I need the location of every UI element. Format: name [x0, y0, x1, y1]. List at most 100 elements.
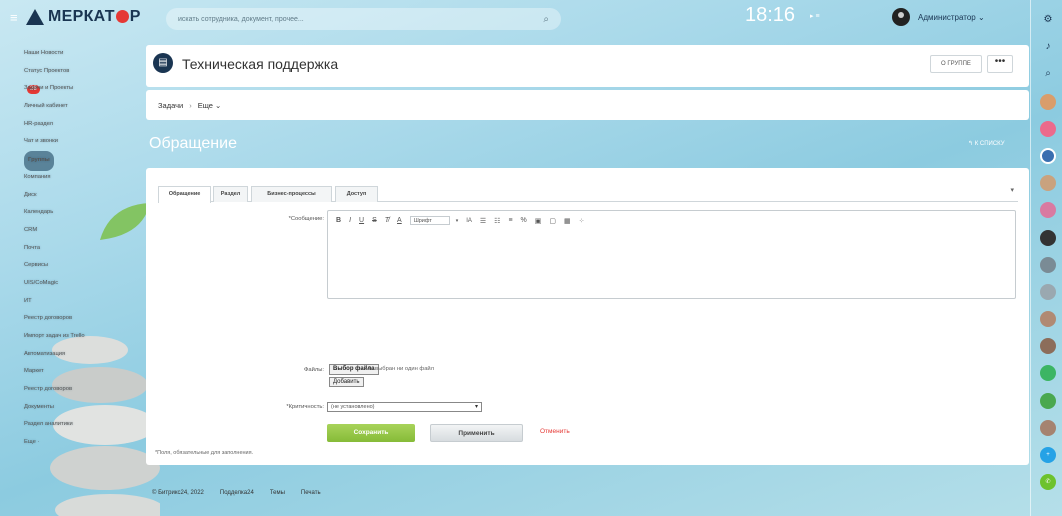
add-chat-icon[interactable]: +: [1040, 447, 1056, 463]
video-icon[interactable]: ▢: [549, 217, 556, 225]
sidebar-item[interactable]: Наши Новости: [24, 45, 149, 63]
sidebar-item-label: Компания: [24, 173, 51, 180]
footer-link[interactable]: Подделка24: [220, 490, 254, 496]
more-button[interactable]: •••: [987, 55, 1013, 73]
user-avatar: [892, 8, 910, 26]
avatar[interactable]: [1040, 365, 1056, 382]
fullscreen-icon[interactable]: ⁘: [579, 217, 585, 225]
font-dropdown-icon[interactable]: ▾: [456, 218, 459, 224]
avatar[interactable]: [1040, 256, 1056, 273]
underline-icon[interactable]: U: [359, 217, 364, 224]
add-file-button[interactable]: Добавить: [329, 377, 364, 387]
tab-section[interactable]: Раздел: [213, 186, 248, 202]
call-icon[interactable]: ✆: [1040, 474, 1056, 491]
sidebar-item[interactable]: Почта: [24, 240, 149, 258]
tab-request[interactable]: Обращение: [158, 186, 211, 203]
sidebar-item[interactable]: HR-раздел: [24, 116, 149, 134]
bold-icon[interactable]: B: [336, 217, 341, 224]
avatar[interactable]: [1040, 392, 1056, 409]
avatar[interactable]: [1040, 147, 1056, 164]
avatar[interactable]: [1040, 202, 1056, 219]
sidebar-item[interactable]: Чат и звонки: [24, 133, 149, 151]
sidebar-item[interactable]: CRM: [24, 222, 149, 240]
criticality-label: *Критичность:: [286, 404, 324, 410]
font-size-icon[interactable]: IA: [466, 218, 472, 224]
sidebar-item[interactable]: Диск: [24, 187, 149, 205]
chevron-down-icon: ▾: [474, 404, 478, 410]
search-icon[interactable]: ⌕: [543, 14, 549, 25]
tab-business-processes[interactable]: Бизнес-процессы: [251, 186, 332, 202]
image-icon[interactable]: ▣: [535, 217, 542, 225]
font-select[interactable]: Шрифт: [409, 216, 450, 225]
sidebar-item[interactable]: Автоматизация: [24, 346, 149, 364]
sidebar-item-label: Почта: [24, 244, 41, 251]
link-icon[interactable]: %: [521, 217, 527, 224]
avatar[interactable]: [1040, 419, 1056, 436]
cancel-button[interactable]: Отменить: [540, 428, 570, 435]
sidebar-item-label: UIS/CoMagic: [24, 279, 59, 286]
sidebar-item[interactable]: Задачи и Проекты 28: [24, 80, 149, 98]
sidebar-item[interactable]: Раздел аналитики: [24, 416, 149, 434]
avatar[interactable]: [1040, 338, 1056, 355]
search-input[interactable]: искать сотрудника, документ, прочее... ⌕: [166, 8, 561, 30]
notifications-bell-icon[interactable]: ♪: [1040, 39, 1056, 55]
avatar[interactable]: [1040, 175, 1056, 192]
user-name: Администратор ⌄: [918, 12, 985, 22]
ordered-list-icon[interactable]: ☰: [480, 217, 486, 225]
footer-themes-link[interactable]: Темы: [270, 490, 285, 496]
group-icon: ▤: [153, 53, 173, 73]
clear-format-icon[interactable]: T̸: [385, 217, 389, 224]
save-button[interactable]: Сохранить: [327, 424, 415, 442]
sidebar-item[interactable]: Сервисы: [24, 257, 149, 275]
sidebar-item[interactable]: Импорт задач из Trello: [24, 328, 149, 346]
bullet-list-icon[interactable]: ☷: [494, 217, 500, 225]
strikethrough-icon[interactable]: S: [372, 217, 377, 224]
avatar[interactable]: [1040, 283, 1056, 300]
sidebar-item[interactable]: Статус Проектов: [24, 63, 149, 81]
table-icon[interactable]: ▦: [564, 217, 571, 225]
tabs-collapse-icon[interactable]: ▾: [1010, 186, 1014, 194]
avatar[interactable]: [1040, 311, 1056, 328]
tab-tasks[interactable]: Задачи: [158, 101, 183, 110]
rail-divider: [1030, 0, 1031, 516]
required-fields-note: *Поля, обязательные для заполнения.: [155, 450, 254, 456]
user-menu[interactable]: Администратор ⌄: [892, 8, 985, 26]
text-color-icon[interactable]: A: [397, 217, 402, 224]
footer-print-link[interactable]: Печать: [301, 490, 321, 496]
about-group-button[interactable]: О ГРУППЕ: [930, 55, 982, 73]
sidebar-item-label: ИТ: [24, 297, 32, 304]
sidebar-item[interactable]: Маркет: [24, 363, 149, 381]
sidebar-item[interactable]: Реестр договоров: [24, 310, 149, 328]
message-editor[interactable]: B I U S T̸ A Шрифт ▾ IA ☰ ☷ ≡ % ▣ ▢ ▦ ⁘: [327, 210, 1016, 299]
sidebar-item-label: Наши Новости: [24, 50, 64, 56]
sidebar-item[interactable]: UIS/CoMagic: [24, 275, 149, 293]
sidebar-item[interactable]: Группы: [24, 151, 149, 171]
sidebar-item[interactable]: Реестр договоров: [24, 381, 149, 399]
tab-more[interactable]: Еще ⌄: [198, 101, 222, 110]
criticality-select[interactable]: (не установлено) ▾: [327, 402, 482, 412]
avatar[interactable]: [1040, 120, 1056, 137]
menu-hamburger-icon[interactable]: ≡: [10, 11, 24, 24]
italic-icon[interactable]: I: [349, 217, 351, 224]
align-icon[interactable]: ≡: [508, 217, 512, 224]
apply-button[interactable]: Применить: [430, 424, 523, 442]
clock-status-icon[interactable]: ▸ ≡: [810, 12, 820, 20]
font-select-value: Шрифт: [413, 218, 432, 224]
sidebar-item[interactable]: Календарь: [24, 204, 149, 222]
sidebar-item[interactable]: ИТ: [24, 293, 149, 311]
footer: © Битрикс24, 2022 Подделка24 Темы Печать: [152, 490, 337, 496]
back-to-list-link[interactable]: ↰ К СПИСКУ: [968, 140, 1005, 147]
search-icon[interactable]: ⌕: [1040, 66, 1056, 82]
logo-text-pre: МЕРКАТ: [48, 8, 115, 25]
sidebar-item-label: Чат и звонки: [24, 138, 58, 145]
settings-gear-icon[interactable]: ⚙: [1040, 12, 1056, 28]
clock-time[interactable]: 18:16: [745, 4, 795, 27]
sidebar-item[interactable]: Личный кабинет: [24, 98, 149, 116]
sidebar-item[interactable]: Документы: [24, 399, 149, 417]
avatar[interactable]: [1040, 229, 1056, 246]
sidebar-item[interactable]: Компания: [24, 169, 149, 187]
sidebar-item[interactable]: Еще ·: [24, 434, 149, 452]
tab-access[interactable]: Доступ: [335, 186, 378, 202]
avatar[interactable]: [1040, 93, 1056, 110]
company-logo[interactable]: МЕРКАТ Р: [26, 8, 141, 26]
